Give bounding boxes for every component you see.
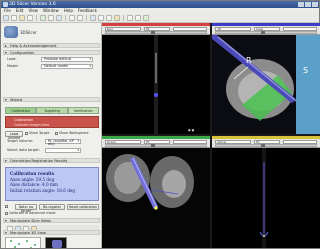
3d-view-slider[interactable] (215, 31, 317, 34)
home-icon[interactable] (3, 15, 9, 21)
red-slice-slider[interactable] (105, 31, 207, 34)
red-slice-controller: Red Fit (102, 23, 210, 35)
window-title: 3D Slicer Version 3.6 (9, 2, 56, 7)
3d-view-controller: 3D View (212, 23, 320, 35)
toolbar-divider (36, 15, 37, 21)
toolbar (1, 14, 319, 23)
red-strip (102, 23, 210, 26)
data-icon[interactable] (11, 15, 17, 21)
show-worksphere-label: Show Worksphere (59, 131, 89, 135)
workflow-tabs: Calibration Targeting Verification (5, 107, 99, 114)
section-configuration[interactable]: Configuration (3, 50, 100, 56)
undo-icon[interactable] (69, 15, 75, 21)
app-window: 3D Slicer Version 3.6 File Edit View Win… (0, 0, 320, 249)
reregister-button[interactable]: Re-register (39, 204, 65, 210)
3d-render: S R (212, 35, 320, 134)
load-volume-button[interactable]: Load volume (5, 131, 23, 140)
app-icon (3, 2, 8, 7)
advanced-mode-checkbox[interactable]: Calibrate in advanced mode (5, 211, 56, 216)
toolbar-divider (86, 15, 87, 21)
results-line: Initial rotation angle: 16.6 deg (10, 187, 76, 193)
maximize-icon[interactable] (305, 2, 311, 7)
slicer-logo (4, 26, 18, 38)
toolbar-divider (123, 15, 124, 21)
layout-icon[interactable] (90, 15, 96, 21)
advanced-checkbox[interactable] (5, 204, 9, 209)
select-target-label: Select data target: (7, 148, 40, 152)
navigation-widget[interactable] (5, 237, 41, 248)
volumes-icon[interactable] (19, 15, 25, 21)
show-worksphere-checkbox[interactable]: Show Worksphere (55, 131, 89, 136)
section-3d-view[interactable]: Manipulate 3D View (3, 230, 100, 236)
config-load-label: Load: (7, 57, 17, 61)
title-bar: 3D Slicer Version 3.6 (1, 1, 319, 8)
green-slice-image (102, 148, 210, 248)
red-slice-image: ● ● (102, 35, 210, 134)
target-volume-label: Target Volume: (7, 139, 34, 143)
redo-icon[interactable] (77, 15, 83, 21)
section-slice-views[interactable]: Manipulate Slice Views (3, 218, 100, 224)
results-heading: Calibration results (10, 171, 55, 176)
calibration-results-box: Calibration results Axes angle: 59.5 deg… (5, 167, 99, 201)
tab-verification[interactable]: Verification (67, 107, 99, 114)
yellow-strip (212, 136, 320, 139)
svg-text:● ●: ● ● (188, 128, 195, 132)
yellow-slice-view[interactable]: Yellow Fit (212, 136, 320, 248)
window-controls (298, 2, 318, 7)
green-slice-controller: Green Fit (102, 136, 210, 148)
wizard-step-sub: Calibrate images here (14, 123, 50, 127)
mouse-place-icon[interactable] (135, 15, 141, 21)
3d-view[interactable]: 3D View S R (212, 23, 320, 134)
mouse-pick-icon[interactable] (127, 15, 133, 21)
logo-text: 3DSlicer (20, 30, 37, 35)
green-strip (102, 136, 210, 139)
tab-calibration[interactable]: Calibration (5, 107, 37, 114)
fiducials-icon[interactable] (48, 15, 54, 21)
3d-strip (212, 23, 320, 26)
minimize-icon[interactable] (298, 2, 304, 7)
toolbar-divider (65, 15, 66, 21)
reset-calibration-button[interactable]: Reset calibration (67, 204, 99, 210)
target-volume-select[interactable]: RL (sagittal, AP etc) (45, 139, 81, 146)
close-icon[interactable] (312, 2, 318, 7)
wizard-step-label: Calibration (14, 118, 34, 122)
yellow-slice-slider[interactable] (215, 144, 317, 147)
red-slice-view[interactable]: Red Fit ● ● (102, 23, 210, 134)
section-registration-results[interactable]: Orientation/Registration Results (3, 158, 100, 164)
select-target-select[interactable] (45, 148, 81, 153)
mouse-transform-icon[interactable] (143, 15, 149, 21)
3d-orient-label: R (246, 56, 252, 65)
config-load-select[interactable]: Prostate default (41, 57, 93, 62)
module-icon[interactable] (56, 15, 62, 21)
green-slice-slider[interactable] (105, 144, 207, 147)
show-target-checkbox[interactable]: Show Target (25, 131, 49, 136)
view-thumbnail[interactable] (45, 237, 67, 248)
layout-3d-icon[interactable] (106, 15, 112, 21)
section-help[interactable]: Help & Acknowledgement (3, 43, 100, 49)
config-model-label: Model: (7, 64, 19, 68)
layout-conventional-icon[interactable] (98, 15, 104, 21)
note-button[interactable]: Note: no target (15, 204, 37, 213)
section-wizard[interactable]: Wizard (3, 97, 100, 103)
yellow-slice-controller: Yellow Fit (212, 136, 320, 148)
module-panel: 3DSlicer Help & Acknowledgement Configur… (1, 23, 102, 248)
config-model-select[interactable]: Default model (41, 64, 93, 69)
editor-icon[interactable] (40, 15, 46, 21)
wizard-step-banner: Calibration Calibrate images here (5, 116, 99, 128)
advanced-mode-label: Calibrate in advanced mode (9, 211, 56, 215)
models-icon[interactable] (27, 15, 33, 21)
3d-side-label: S (303, 66, 308, 75)
layout-four-up-icon[interactable] (114, 15, 120, 21)
green-slice-view[interactable]: Green Fit (102, 136, 210, 248)
3d-view-controls (5, 237, 99, 248)
tab-targeting[interactable]: Targeting (36, 107, 68, 114)
view-area: Red Fit ● ● 3D View S R Green Fit Yellow… (102, 23, 320, 248)
yellow-slice-image (212, 148, 320, 248)
show-target-label: Show Target (29, 131, 50, 135)
